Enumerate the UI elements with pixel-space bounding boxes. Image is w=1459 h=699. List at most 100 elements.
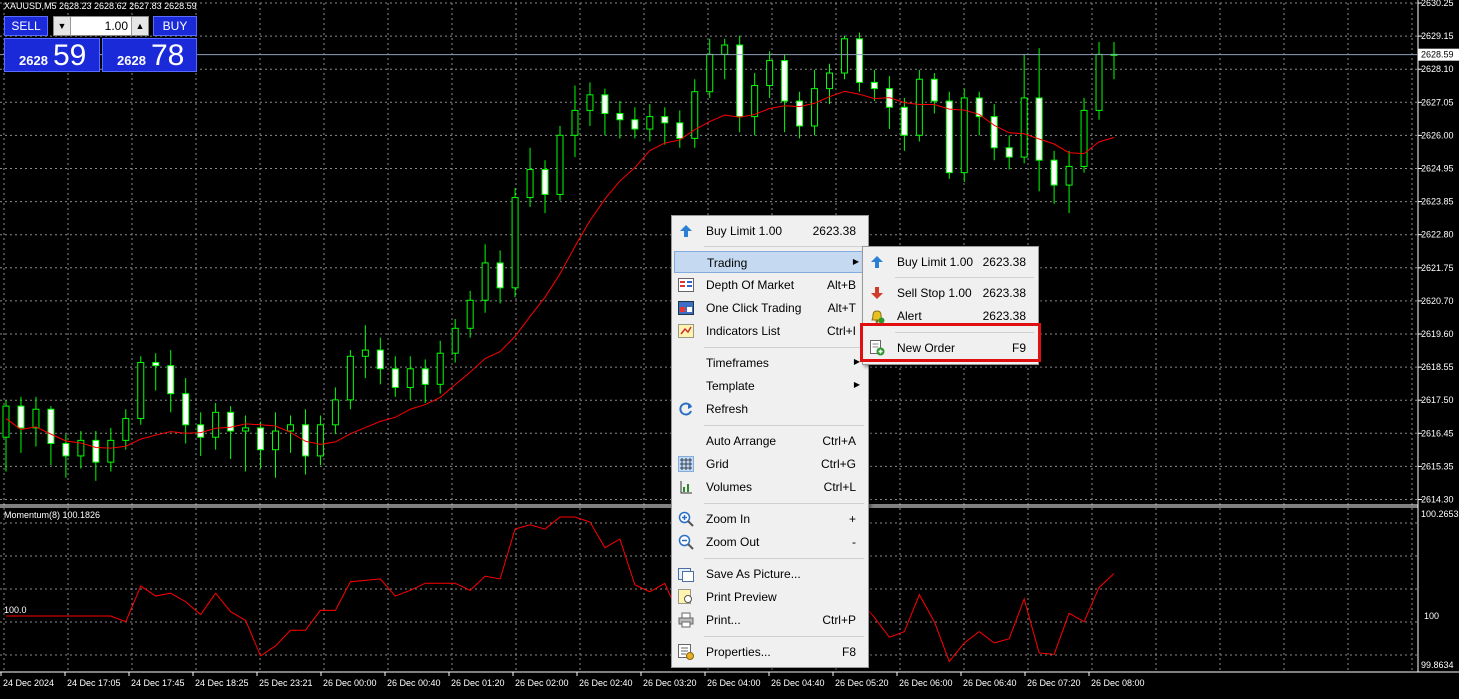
menu-item-timeframes[interactable]: Timeframes ▶ [674,352,866,374]
candle-body [316,424,324,457]
candle-body [915,78,923,136]
candle-body [47,408,55,444]
candle-body [960,97,968,174]
menu-item-shortcut: Alt+B [826,278,856,292]
candle-body [840,38,848,74]
volumes-icon [678,479,694,495]
candle-body [661,116,669,124]
lot-decrease-icon[interactable]: ▼ [54,17,71,35]
candle-body [706,53,714,93]
chart-context-menu: Buy Limit 1.00 2623.38 Trading ▶ Depth O… [671,215,869,668]
time-axis-label: 26 Dec 02:00 [515,678,569,688]
menu-item-zoom-in[interactable]: Zoom In + [674,508,866,530]
lot-size-stepper[interactable]: ▼ 1.00 ▲ [53,16,149,36]
one-click-trading-panel: SELL ▼ 1.00 ▲ BUY 2628 59 2628 78 [4,16,197,72]
menu-item-indicators-list[interactable]: Indicators List Ctrl+I [674,320,866,342]
submenu-arrow-icon: ▶ [852,257,859,266]
candle-body [107,439,115,463]
printer-icon [678,612,694,628]
candle-body [496,262,504,289]
candle-body [421,368,429,385]
menu-item-shortcut: Ctrl+L [823,480,856,494]
candle-body [466,299,474,329]
price-axis-label: 2619.60 [1421,329,1454,339]
price-axis-label: 2630.25 [1421,0,1454,8]
menu-item-price: 2623.38 [982,255,1026,269]
zoom-in-icon [678,511,694,527]
candle-body [391,368,399,388]
candle-body [526,169,534,199]
menu-separator [895,277,1034,278]
lot-increase-icon[interactable]: ▲ [131,17,148,35]
sell-price-button[interactable]: 2628 59 [4,38,100,72]
menu-item-grid[interactable]: Grid Ctrl+G [674,453,866,475]
menu-item-price: 2623.38 [812,224,856,238]
menu-separator [704,425,864,426]
menu-item-label: Alert [897,309,922,323]
submenu-arrow-icon: ▶ [853,380,860,389]
new-order-callout [860,323,1041,362]
candle-body [945,100,953,174]
menu-item-shortcut: F8 [841,645,856,659]
one-click-trading-icon [678,300,694,316]
time-axis-label: 24 Dec 17:05 [67,678,121,688]
candle-body [556,134,564,195]
menu-item-refresh[interactable]: Refresh [674,398,866,420]
candle-body [766,60,774,86]
price-axis-label: 2629.15 [1421,31,1454,41]
candle-body [2,405,10,438]
arrow-up-icon [869,254,885,270]
sell-button[interactable]: SELL [4,16,48,36]
candle-body [32,408,40,429]
time-axis-label: 24 Dec 17:45 [131,678,185,688]
menu-item-zoom-out[interactable]: Zoom Out - [674,531,866,553]
menu-item-buy-limit[interactable]: Buy Limit 1.00 2623.38 [674,220,866,242]
indicator-axis-label: 99.8634 [1421,660,1454,670]
menu-item-shortcut: Ctrl+P [822,613,856,627]
lot-size-value[interactable]: 1.00 [72,19,128,33]
price-axis-label: 2624.95 [1421,164,1454,174]
menu-item-depth-of-market[interactable]: Depth Of Market Alt+B [674,274,866,296]
menu-item-properties[interactable]: Properties... F8 [674,641,866,663]
buy-price-button[interactable]: 2628 78 [102,38,197,72]
candle-body [122,418,130,441]
sell-price-pips: 59 [53,39,87,72]
menu-item-label: Indicators List [706,324,781,338]
menu-item-auto-arrange[interactable]: Auto Arrange Ctrl+A [674,430,866,452]
candle-body [331,399,339,426]
submenu-item-sell-stop[interactable]: Sell Stop 1.00 2623.38 [865,282,1036,304]
price-axis-label: 2626.00 [1421,130,1454,140]
menu-item-print[interactable]: Print... Ctrl+P [674,609,866,631]
menu-item-volumes[interactable]: Volumes Ctrl+L [674,476,866,498]
menu-item-template[interactable]: Template ▶ [674,375,866,397]
time-axis-label: 26 Dec 06:40 [963,678,1017,688]
candle-body [811,88,819,127]
indicator-title: Momentum(8) 100.1826 [4,510,100,520]
save-picture-icon [678,566,694,582]
candle-body [1005,147,1013,158]
indicators-list-icon [678,323,694,339]
buy-button[interactable]: BUY [153,16,197,36]
menu-item-print-preview[interactable]: Print Preview [674,586,866,608]
candle-body [257,427,265,451]
menu-item-label: Timeframes [706,356,769,370]
menu-item-save-as-picture[interactable]: Save As Picture... [674,563,866,585]
properties-icon [678,644,694,660]
submenu-item-buy-limit[interactable]: Buy Limit 1.00 2623.38 [865,251,1036,273]
candle-body [451,327,459,354]
grid-icon [678,456,694,472]
time-axis-label: 24 Dec 2024 [3,678,54,688]
candle-body [436,352,444,385]
price-axis-label: 2617.50 [1421,395,1454,405]
time-axis-label: 26 Dec 07:20 [1027,678,1081,688]
refresh-icon [678,401,694,417]
candle-body [406,368,414,388]
menu-item-one-click-trading[interactable]: One Click Trading Alt+T [674,297,866,319]
time-axis-label: 26 Dec 08:00 [1091,678,1145,688]
price-axis-label: 2623.85 [1421,197,1454,207]
candle-body [17,405,25,429]
menu-item-trading[interactable]: Trading ▶ [674,251,866,273]
candle-body [646,116,654,130]
menu-item-shortcut: Ctrl+G [820,457,856,471]
menu-item-price: 2623.38 [982,286,1026,300]
